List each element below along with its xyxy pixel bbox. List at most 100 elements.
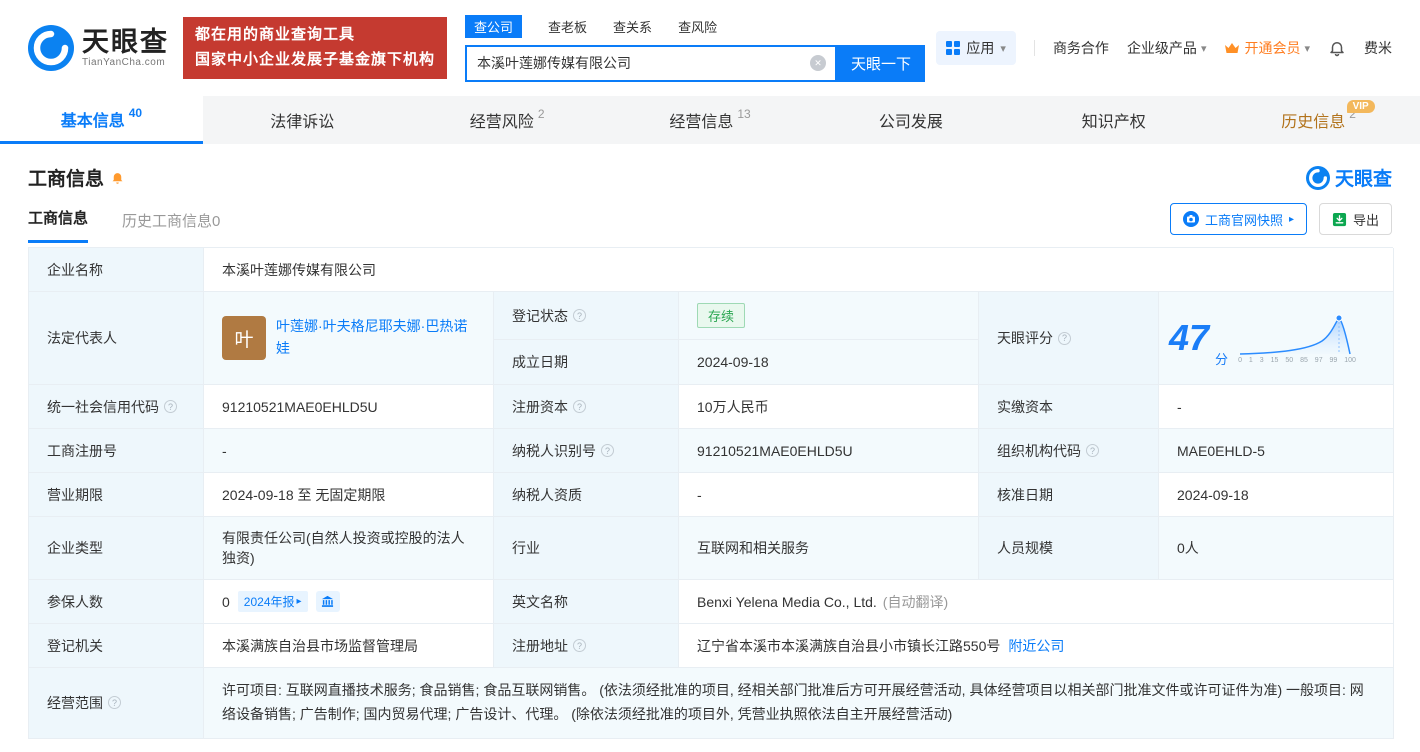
table-row-credit-code: 统一社会信用代码 ? 91210521MAE0EHLD5U 注册资本 ? 10万…: [29, 385, 1394, 429]
staff-size-value: 0人: [1159, 517, 1394, 580]
field-label-taxpayer-qualification: 纳税人资质: [494, 473, 679, 517]
search-tab-relation[interactable]: 查关系: [613, 17, 652, 36]
field-label-establish-date: 成立日期: [494, 340, 679, 385]
vip-badge: VIP: [1346, 100, 1375, 113]
search-button[interactable]: 天眼一下: [837, 44, 926, 82]
field-label-company-name: 企业名称: [29, 248, 204, 292]
help-icon[interactable]: ?: [164, 400, 177, 413]
top-menu: 应用 ▾ 商务合作 企业级产品 ▾ 开通会员 ▾ 费米: [936, 31, 1392, 65]
help-icon[interactable]: ?: [601, 444, 614, 457]
tab-legal-litigation[interactable]: 法律诉讼: [203, 96, 406, 144]
menu-user[interactable]: 费米: [1364, 38, 1392, 58]
crown-icon: [1225, 43, 1240, 53]
reg-status-value: 存续: [679, 292, 979, 340]
official-snapshot-button[interactable]: 工商官网快照 ▸: [1169, 203, 1307, 235]
subtab-history-business-info[interactable]: 历史工商信息0: [122, 210, 220, 243]
legal-rep-avatar[interactable]: 叶: [222, 316, 266, 360]
field-label-credit-code: 统一社会信用代码 ?: [29, 385, 204, 429]
brand-domain: TianYanCha.com: [82, 57, 166, 69]
field-label-registry: 登记机关: [29, 624, 204, 668]
section-header: 工商信息 天眼查: [28, 164, 1392, 191]
subtab-business-info[interactable]: 工商信息: [28, 207, 89, 243]
notification-bell-icon[interactable]: [1328, 39, 1346, 57]
annual-report-badge[interactable]: 2024年报 ▸: [237, 591, 308, 612]
chevron-down-icon: ▾: [1304, 42, 1310, 55]
bank-icon: [321, 595, 334, 607]
field-label-business-scope: 经营范围 ?: [29, 668, 204, 739]
field-label-business-term: 营业期限: [29, 473, 204, 517]
field-label-reg-status: 登记状态 ?: [494, 292, 679, 340]
score-unit: 分: [1215, 352, 1229, 367]
arrow-right-icon: ▸: [1288, 213, 1294, 225]
export-button[interactable]: 导出: [1318, 203, 1392, 235]
search-tab-boss[interactable]: 查老板: [548, 17, 587, 36]
tab-intellectual-property[interactable]: 知识产权: [1014, 96, 1217, 144]
help-icon[interactable]: ?: [573, 309, 586, 322]
english-name-value: Benxi Yelena Media Co., Ltd. (自动翻译): [679, 580, 1394, 624]
tab-basic-info[interactable]: 基本信息 40: [0, 96, 203, 144]
legal-rep-value: 叶 叶莲娜·叶夫格尼耶夫娜·巴热诺娃: [204, 292, 494, 385]
search-area: 查公司 查老板 查关系 查风险 ✕ 天眼一下: [465, 14, 926, 82]
help-icon[interactable]: ?: [573, 400, 586, 413]
menu-vip[interactable]: 开通会员 ▾: [1224, 38, 1310, 58]
help-icon[interactable]: ?: [1058, 331, 1071, 345]
field-label-approval-date: 核准日期: [979, 473, 1159, 517]
address-value: 辽宁省本溪市本溪满族自治县小市镇长江路550号 附近公司: [679, 624, 1394, 668]
menu-cooperation[interactable]: 商务合作: [1053, 38, 1109, 58]
taxpayer-qualification-value: -: [679, 473, 979, 517]
table-row-registry: 登记机关 本溪满族自治县市场监督管理局 注册地址 ? 辽宁省本溪市本溪满族自治县…: [29, 624, 1394, 668]
insured-count-value: 0 2024年报 ▸: [204, 580, 494, 624]
tab-count: 2: [537, 107, 545, 121]
help-icon[interactable]: ?: [108, 696, 121, 710]
tianyancha-logo-icon: [1305, 165, 1330, 190]
establish-date-value: 2024-09-18: [679, 340, 979, 385]
taxpayer-id-value: 91210521MAE0EHLD5U: [679, 429, 979, 473]
annual-report-icon[interactable]: [315, 591, 340, 612]
table-row-legal-rep: 法定代表人 叶 叶莲娜·叶夫格尼耶夫娜·巴热诺娃 登记状态 ? 存续 成立日期 …: [29, 292, 1394, 385]
promo-line1: 都在用的商业查询工具: [195, 26, 356, 44]
search-tab-company[interactable]: 查公司: [465, 14, 523, 38]
alert-bell-icon[interactable]: [110, 170, 125, 185]
chevron-down-icon: ▾: [1000, 42, 1006, 55]
tab-history-info[interactable]: 历史信息 2 VIP: [1217, 96, 1420, 144]
tab-company-development[interactable]: 公司发展: [811, 96, 1014, 144]
table-row-business-term: 营业期限 2024-09-18 至 无固定期限 纳税人资质 - 核准日期 202…: [29, 473, 1394, 517]
menu-enterprise[interactable]: 企业级产品 ▾: [1127, 38, 1207, 58]
field-label-reg-capital: 注册资本 ?: [494, 385, 679, 429]
chevron-down-icon: ▾: [1200, 42, 1207, 55]
table-row-reg-number: 工商注册号 - 纳税人识别号 ? 91210521MAE0EHLD5U 组织机构…: [29, 429, 1394, 473]
field-label-insured-count: 参保人数: [29, 580, 204, 624]
business-info-table: 企业名称 本溪叶莲娜传媒有限公司 法定代表人 叶 叶莲娜·叶夫格尼耶夫娜·巴热诺…: [28, 247, 1394, 739]
nearby-companies-link[interactable]: 附近公司: [1008, 636, 1064, 656]
search-tab-risk[interactable]: 查风险: [678, 17, 717, 36]
industry-value: 互联网和相关服务: [679, 517, 979, 580]
company-name-value: 本溪叶莲娜传媒有限公司: [204, 248, 1394, 292]
table-row-company-type: 企业类型 有限责任公司(自然人投资或控股的法人独资) 行业 互联网和相关服务 人…: [29, 517, 1394, 580]
status-badge: 存续: [697, 303, 746, 328]
legal-rep-link[interactable]: 叶莲娜·叶夫格尼耶夫娜·巴热诺娃: [276, 316, 475, 359]
approval-date-value: 2024-09-18: [1159, 473, 1394, 517]
table-row-insured-count: 参保人数 0 2024年报 ▸ 英文名称 Benxi Yelena Media …: [29, 580, 1394, 624]
apps-button[interactable]: 应用 ▾: [936, 31, 1016, 65]
field-label-english-name: 英文名称: [494, 580, 679, 624]
brand-name: 天眼查: [82, 26, 169, 57]
promo-banner: 都在用的商业查询工具 国家中小企业发展子基金旗下机构: [183, 17, 448, 79]
reg-number-value: -: [204, 429, 494, 473]
grid-icon: [946, 41, 961, 55]
clear-icon[interactable]: ✕: [810, 55, 827, 71]
tab-operation-info[interactable]: 经营信息 13: [609, 96, 812, 144]
help-icon[interactable]: ?: [573, 639, 586, 652]
export-icon: [1332, 212, 1347, 226]
section-brand-logo[interactable]: 天眼查: [1305, 164, 1392, 191]
search-input[interactable]: [467, 46, 836, 80]
tab-count: 40: [128, 105, 143, 120]
tianyancha-logo[interactable]: 天眼查 TianYanCha.com: [28, 25, 169, 71]
top-header: 天眼查 TianYanCha.com 都在用的商业查询工具 国家中小企业发展子基…: [0, 0, 1420, 96]
score-value: 47 分 0 1 3 15 50 85 97 99 100: [1159, 292, 1394, 385]
field-label-paid-capital: 实缴资本: [979, 385, 1159, 429]
auto-translate-note: (自动翻译): [882, 593, 949, 610]
snapshot-icon: [1182, 211, 1199, 227]
tab-operation-risk[interactable]: 经营风险 2: [406, 96, 609, 144]
org-code-value: MAE0EHLD-5: [1159, 429, 1394, 473]
help-icon[interactable]: ?: [1086, 444, 1099, 457]
